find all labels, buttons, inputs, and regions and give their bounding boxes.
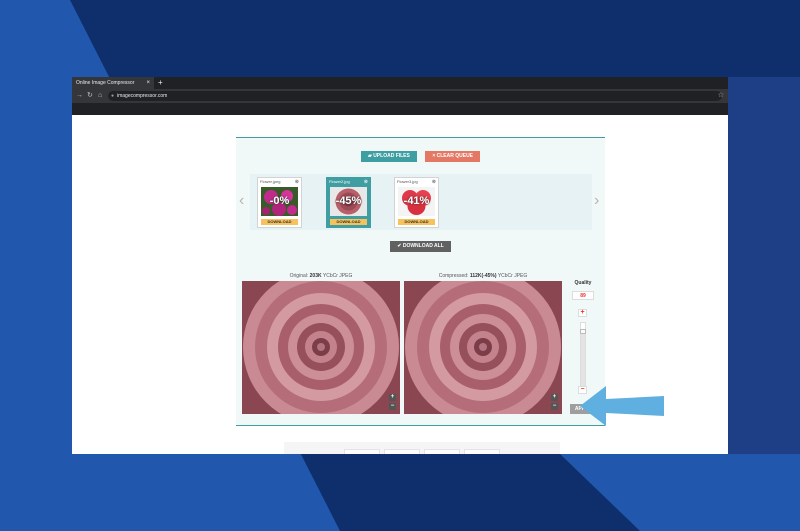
upload-files-button[interactable]: ▰ UPLOAD FILES <box>360 151 417 162</box>
new-tab-icon[interactable]: + <box>158 77 163 89</box>
lock-icon: ● <box>111 93 115 99</box>
zoom-in-button-compressed[interactable]: + <box>551 394 558 401</box>
remove-file-icon[interactable]: ⊗ <box>432 179 436 185</box>
address-bar[interactable]: ● imagecompressor.com <box>108 91 722 101</box>
download-button[interactable]: DOWNLOAD <box>261 219 298 225</box>
original-size: 203K <box>309 273 322 279</box>
clear-queue-label: CLEAR QUEUE <box>436 153 474 159</box>
quality-increase-button[interactable]: + <box>578 309 587 317</box>
download-button[interactable]: DOWNLOAD <box>398 219 435 225</box>
savings-percent: -0% <box>269 195 290 207</box>
quality-value[interactable]: 89 <box>572 291 594 300</box>
url-text: imagecompressor.com <box>117 93 168 99</box>
queue-prev-arrow-icon[interactable]: ‹ <box>239 192 244 210</box>
queue-next-arrow-icon[interactable]: › <box>594 192 599 210</box>
compressed-caption: Compressed: 112K(-45%) YCbCr JPEG <box>404 273 562 279</box>
bookmark-star-icon[interactable]: ☆ <box>718 89 724 103</box>
tab-bar: Online Image Compressor × + <box>72 77 728 89</box>
download-all-label: DOWNLOAD ALL <box>402 243 444 249</box>
footer-button[interactable] <box>424 449 460 454</box>
footer-button[interactable] <box>464 449 500 454</box>
queue-card-3[interactable]: Flower3.jpg ⊗ -41% DOWNLOAD <box>394 177 439 228</box>
browser-toolbar: → ↻ ⌂ ● imagecompressor.com ☆ <box>72 89 728 103</box>
clear-queue-button[interactable]: × CLEAR QUEUE <box>425 151 481 162</box>
file-name: Flower.jpeg <box>260 179 281 184</box>
original-format: YCbCr JPEG <box>321 273 353 279</box>
compressed-format: YCbCr JPEG <box>496 273 528 279</box>
quality-label: Quality <box>574 280 592 286</box>
zoom-in-button[interactable]: + <box>389 394 396 401</box>
remove-file-icon[interactable]: ⊗ <box>295 179 299 185</box>
file-queue: Flower.jpeg ⊗ -0% DOWNLOAD Flower2.jpg ⊗ <box>250 174 592 230</box>
home-icon[interactable]: ⌂ <box>98 89 102 103</box>
quality-slider-fill <box>581 331 585 392</box>
remove-file-icon[interactable]: ⊗ <box>364 179 368 185</box>
original-prefix: Original: <box>289 273 310 279</box>
browser-tab[interactable]: Online Image Compressor × <box>72 77 154 89</box>
upload-files-label: UPLOAD FILES <box>373 153 410 159</box>
tab-close-icon[interactable]: × <box>146 77 150 89</box>
compressed-image-preview[interactable] <box>404 281 562 414</box>
original-caption: Original: 203K YCbCr JPEG <box>242 273 400 279</box>
footer-button[interactable] <box>344 449 380 454</box>
footer-button[interactable] <box>384 449 420 454</box>
zoom-out-button[interactable]: − <box>389 403 396 410</box>
page-footer-area <box>284 442 560 454</box>
back-arrow-icon[interactable]: → <box>76 89 83 103</box>
original-image-preview[interactable] <box>242 281 400 414</box>
tab-title: Online Image Compressor <box>76 80 135 86</box>
compressed-size: 112K(-45%) <box>469 273 497 279</box>
savings-percent: -45% <box>335 195 362 207</box>
queue-card-1[interactable]: Flower.jpeg ⊗ -0% DOWNLOAD <box>257 177 302 228</box>
download-all-button[interactable]: ✔ DOWNLOAD ALL <box>390 241 451 252</box>
file-name: Flower3.jpg <box>397 179 418 184</box>
compressor-panel: ▰ UPLOAD FILES × CLEAR QUEUE ‹ › Flower.… <box>236 137 605 426</box>
compressed-prefix: Compressed: <box>438 273 470 279</box>
quality-slider-handle[interactable] <box>580 329 586 334</box>
zoom-out-button-compressed[interactable]: − <box>551 403 558 410</box>
queue-card-2[interactable]: Flower2.jpg ⊗ -45% DOWNLOAD <box>326 177 371 228</box>
savings-percent: -41% <box>403 195 430 207</box>
reload-icon[interactable]: ↻ <box>87 89 93 103</box>
download-button[interactable]: DOWNLOAD <box>330 219 367 225</box>
file-name: Flower2.jpg <box>329 179 350 184</box>
highlight-arrow-icon <box>580 386 664 426</box>
quality-slider[interactable] <box>580 322 586 393</box>
bookmarks-strip <box>72 103 728 115</box>
